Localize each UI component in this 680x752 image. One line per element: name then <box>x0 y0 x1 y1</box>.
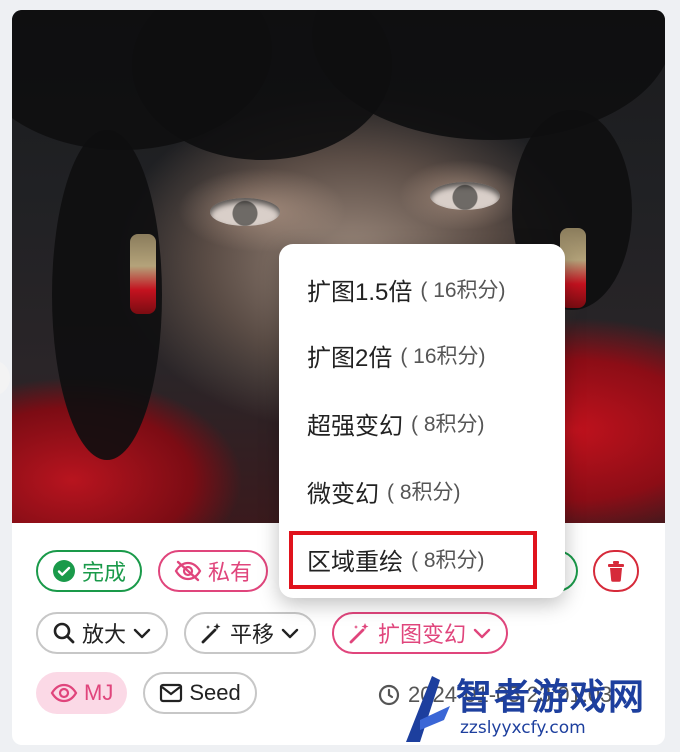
seed-button[interactable]: Seed <box>143 672 257 714</box>
menu-item-cost: ( 8积分) <box>387 481 461 504</box>
eye-off-icon <box>174 559 202 583</box>
watermark: 智者游戏网 zzslyyxcfy.com <box>390 660 680 752</box>
menu-item-strong-vary[interactable]: 超强变幻 ( 8积分) <box>307 398 485 448</box>
left-earring <box>130 234 156 314</box>
menu-item-label: 扩图1.5倍 <box>307 278 413 306</box>
menu-item-label: 微变幻 <box>307 480 379 508</box>
menu-item-subtle-vary[interactable]: 微变幻 ( 8积分) <box>307 466 461 516</box>
expand-vary-label: 扩图变幻 <box>378 622 467 647</box>
menu-item-cost: ( 16积分) <box>420 279 506 302</box>
watermark-url: zzslyyxcfy.com <box>460 718 586 738</box>
check-circle-icon <box>52 559 76 583</box>
meta-row: MJ Seed <box>36 672 257 714</box>
model-badge[interactable]: MJ <box>36 672 128 714</box>
right-eye <box>430 182 500 210</box>
seed-label: Seed <box>189 680 241 705</box>
highlight-box <box>289 531 537 589</box>
menu-item-label: 超强变幻 <box>307 412 403 440</box>
action-row: 放大 平移 扩图变幻 <box>36 612 509 654</box>
magic-wand-icon <box>348 621 372 645</box>
chevron-down-icon <box>472 623 492 643</box>
chevron-down-icon <box>132 623 152 643</box>
chevron-down-icon <box>280 623 300 643</box>
watermark-logo-icon <box>406 676 450 742</box>
model-label: MJ <box>84 680 114 705</box>
pan-button[interactable]: 平移 <box>184 612 317 654</box>
menu-item-expand-1.5x[interactable]: 扩图1.5倍 ( 16积分) <box>307 264 506 314</box>
magic-wand-icon <box>200 621 224 645</box>
prev-image-handle[interactable] <box>0 360 10 396</box>
menu-item-cost: ( 8积分) <box>411 413 485 436</box>
upscale-label: 放大 <box>82 622 127 647</box>
menu-item-cost: ( 16积分) <box>400 345 486 368</box>
menu-item-expand-2x[interactable]: 扩图2倍 ( 16积分) <box>307 330 486 380</box>
status-done-badge: 完成 <box>36 550 143 592</box>
status-row: 完成 私有 <box>36 550 269 592</box>
upscale-button[interactable]: 放大 <box>36 612 169 654</box>
search-icon <box>52 621 76 645</box>
delete-button[interactable] <box>593 550 639 592</box>
expand-vary-button[interactable]: 扩图变幻 <box>332 612 509 654</box>
watermark-brand: 智者游戏网 <box>456 677 647 718</box>
status-done-label: 完成 <box>82 560 127 585</box>
eye-icon <box>50 682 78 704</box>
private-label: 私有 <box>208 560 253 585</box>
left-eye <box>210 198 280 226</box>
envelope-icon <box>159 683 183 703</box>
pan-label: 平移 <box>230 622 275 647</box>
trash-icon <box>605 559 627 583</box>
menu-item-label: 扩图2倍 <box>307 344 393 372</box>
private-toggle[interactable]: 私有 <box>158 550 269 592</box>
